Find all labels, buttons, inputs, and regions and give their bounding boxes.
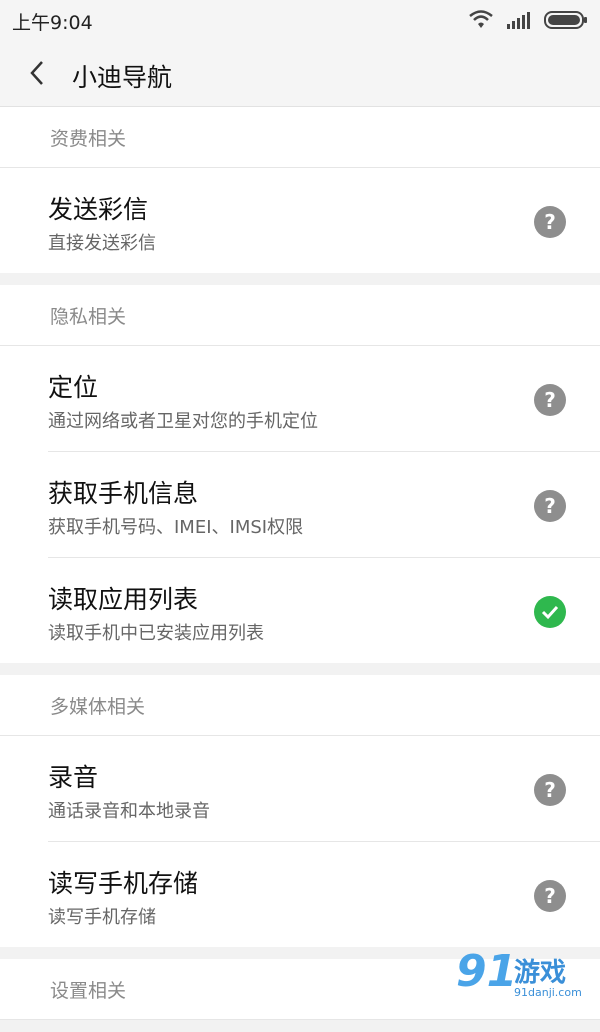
battery-icon <box>544 11 587 29</box>
back-button[interactable] <box>22 56 52 90</box>
app-bar: 小迪导航 <box>0 40 600 107</box>
permission-item-location[interactable]: 定位 通过网络或者卫星对您的手机定位 ? <box>48 346 600 452</box>
status-time: 上午9:04 <box>12 12 93 34</box>
item-desc: 读取手机中已安装应用列表 <box>48 623 264 644</box>
item-title: 读取应用列表 <box>48 585 199 614</box>
item-title: 定位 <box>48 373 99 402</box>
help-icon[interactable]: ? <box>534 206 566 238</box>
permission-item-send-mms[interactable]: 发送彩信 直接发送彩信 ? <box>48 168 600 273</box>
item-title: 读写手机存储 <box>48 869 199 898</box>
permission-item-app-list[interactable]: 读取应用列表 读取手机中已安装应用列表 <box>48 558 600 663</box>
item-desc: 获取手机号码、IMEI、IMSI权限 <box>48 517 304 538</box>
chevron-left-icon <box>30 61 43 85</box>
permission-item-phone-info[interactable]: 获取手机信息 获取手机号码、IMEI、IMSI权限 ? <box>48 452 600 558</box>
wifi-icon <box>469 10 493 28</box>
permission-list: 资费相关 发送彩信 直接发送彩信 ? 隐私相关 定位 通过网络或者卫星对您的手机… <box>0 107 600 1032</box>
section-privacy: 隐私相关 定位 通过网络或者卫星对您的手机定位 ? 获取手机信息 获取手机号码、… <box>0 285 600 663</box>
item-desc: 读写手机存储 <box>48 907 156 928</box>
section-header: 隐私相关 <box>0 285 600 346</box>
item-desc: 通过网络或者卫星对您的手机定位 <box>48 411 318 432</box>
section-header: 资费相关 <box>0 107 600 168</box>
watermark-text: 游戏 <box>514 958 567 988</box>
help-icon[interactable]: ? <box>534 490 566 522</box>
page-title: 小迪导航 <box>72 63 173 92</box>
help-icon[interactable]: ? <box>534 880 566 912</box>
signal-icon <box>507 12 530 29</box>
watermark-url: 91danji.com <box>514 986 582 999</box>
item-desc: 通话录音和本地录音 <box>48 801 210 822</box>
permission-item-record[interactable]: 录音 通话录音和本地录音 ? <box>48 736 600 842</box>
help-icon[interactable]: ? <box>534 384 566 416</box>
section-multimedia: 多媒体相关 录音 通话录音和本地录音 ? 读写手机存储 读写手机存储 ? <box>0 675 600 947</box>
watermark-number: 91 <box>456 946 518 997</box>
watermark-logo: 91 游戏 91danji.com <box>456 946 596 1006</box>
item-title: 录音 <box>48 763 99 792</box>
section-fees: 资费相关 发送彩信 直接发送彩信 ? <box>0 107 600 273</box>
check-icon[interactable] <box>534 596 566 628</box>
permission-item-storage[interactable]: 读写手机存储 读写手机存储 ? <box>48 842 600 947</box>
section-header: 多媒体相关 <box>0 675 600 736</box>
item-title: 获取手机信息 <box>48 479 199 508</box>
status-bar: 上午9:04 <box>0 0 600 40</box>
status-icons <box>468 9 588 31</box>
item-desc: 直接发送彩信 <box>48 233 156 254</box>
item-title: 发送彩信 <box>48 195 149 224</box>
help-icon[interactable]: ? <box>534 774 566 806</box>
